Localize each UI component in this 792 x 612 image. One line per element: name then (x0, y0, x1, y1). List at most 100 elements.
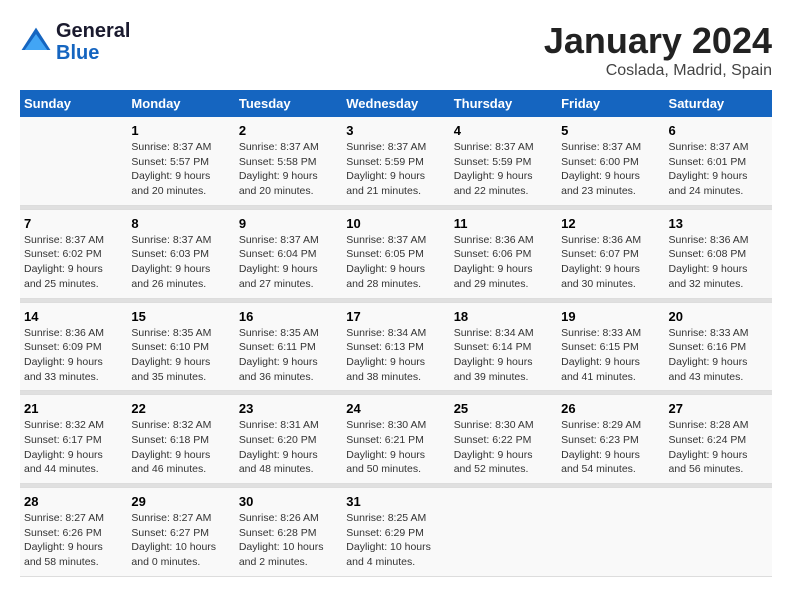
calendar-cell: 23 Sunrise: 8:31 AMSunset: 6:20 PMDayligh… (235, 395, 342, 484)
day-info: Sunrise: 8:34 AMSunset: 6:13 PMDaylight:… (346, 326, 445, 385)
calendar-cell: 30 Sunrise: 8:26 AMSunset: 6:28 PMDayligh… (235, 488, 342, 577)
logo-text-general: General (56, 20, 130, 42)
day-info: Sunrise: 8:35 AMSunset: 6:10 PMDaylight:… (131, 326, 230, 385)
day-number: 19 (561, 309, 660, 324)
calendar-cell: 7 Sunrise: 8:37 AMSunset: 6:02 PMDaylight… (20, 209, 127, 298)
calendar-cell: 14 Sunrise: 8:36 AMSunset: 6:09 PMDayligh… (20, 302, 127, 391)
day-number: 8 (131, 216, 230, 231)
calendar-cell: 8 Sunrise: 8:37 AMSunset: 6:03 PMDaylight… (127, 209, 234, 298)
day-number: 18 (454, 309, 553, 324)
calendar-cell: 25Sunrise: 8:30 AMSunset: 6:22 PMDayligh… (450, 395, 557, 484)
day-info: Sunrise: 8:36 AMSunset: 6:06 PMDaylight:… (454, 233, 553, 292)
weekday-header-sunday: Sunday (20, 90, 127, 117)
day-number: 22 (131, 401, 230, 416)
calendar-cell: 13 Sunrise: 8:36 AMSunset: 6:08 PMDayligh… (665, 209, 772, 298)
day-number: 13 (669, 216, 768, 231)
week-row-1: 1 Sunrise: 8:37 AMSunset: 5:57 PMDaylight… (20, 117, 772, 205)
day-number: 26 (561, 401, 660, 416)
day-number: 16 (239, 309, 338, 324)
day-info: Sunrise: 8:32 AMSunset: 6:17 PMDaylight:… (24, 418, 123, 477)
calendar-cell: 10 Sunrise: 8:37 AMSunset: 6:05 PMDayligh… (342, 209, 449, 298)
calendar-cell: 18Sunrise: 8:34 AMSunset: 6:14 PMDayligh… (450, 302, 557, 391)
logo: General Blue (20, 20, 130, 64)
day-info: Sunrise: 8:36 AMSunset: 6:08 PMDaylight:… (669, 233, 768, 292)
calendar-table: SundayMondayTuesdayWednesdayThursdayFrid… (20, 90, 772, 577)
day-number: 5 (561, 123, 660, 138)
day-info: Sunrise: 8:37 AMSunset: 6:05 PMDaylight:… (346, 233, 445, 292)
day-number: 15 (131, 309, 230, 324)
calendar-cell: 27 Sunrise: 8:28 AMSunset: 6:24 PMDayligh… (665, 395, 772, 484)
day-number: 1 (131, 123, 230, 138)
day-number: 27 (669, 401, 768, 416)
day-info: Sunrise: 8:37 AMSunset: 6:00 PMDaylight:… (561, 140, 660, 199)
weekday-header-tuesday: Tuesday (235, 90, 342, 117)
calendar-cell: 21 Sunrise: 8:32 AMSunset: 6:17 PMDayligh… (20, 395, 127, 484)
day-info: Sunrise: 8:26 AMSunset: 6:28 PMDaylight:… (239, 511, 338, 570)
day-number: 20 (669, 309, 768, 324)
day-number: 21 (24, 401, 123, 416)
day-info: Sunrise: 8:32 AMSunset: 6:18 PMDaylight:… (131, 418, 230, 477)
calendar-cell: 6Sunrise: 8:37 AMSunset: 6:01 PMDaylight… (665, 117, 772, 205)
day-number: 23 (239, 401, 338, 416)
day-number: 28 (24, 494, 123, 509)
logo-icon (20, 26, 52, 58)
day-info: Sunrise: 8:37 AMSunset: 5:58 PMDaylight:… (239, 140, 338, 199)
location-title: Coslada, Madrid, Spain (544, 62, 772, 80)
logo-text-blue: Blue (56, 42, 130, 64)
day-number: 11 (454, 216, 553, 231)
day-info: Sunrise: 8:30 AMSunset: 6:21 PMDaylight:… (346, 418, 445, 477)
day-number: 25 (454, 401, 553, 416)
page-header: General Blue January 2024 Coslada, Madri… (20, 20, 772, 80)
calendar-cell: 5 Sunrise: 8:37 AMSunset: 6:00 PMDaylight… (557, 117, 664, 205)
calendar-cell: 11 Sunrise: 8:36 AMSunset: 6:06 PMDayligh… (450, 209, 557, 298)
weekday-header-friday: Friday (557, 90, 664, 117)
day-info: Sunrise: 8:37 AMSunset: 6:04 PMDaylight:… (239, 233, 338, 292)
day-info: Sunrise: 8:37 AMSunset: 5:57 PMDaylight:… (131, 140, 230, 199)
calendar-cell: 9 Sunrise: 8:37 AMSunset: 6:04 PMDaylight… (235, 209, 342, 298)
week-row-5: 28 Sunrise: 8:27 AMSunset: 6:26 PMDayligh… (20, 488, 772, 577)
day-info: Sunrise: 8:27 AMSunset: 6:26 PMDaylight:… (24, 511, 123, 570)
calendar-cell (450, 488, 557, 577)
day-info: Sunrise: 8:37 AMSunset: 6:01 PMDaylight:… (669, 140, 768, 199)
calendar-cell: 3Sunrise: 8:37 AMSunset: 5:59 PMDaylight… (342, 117, 449, 205)
day-info: Sunrise: 8:37 AMSunset: 6:03 PMDaylight:… (131, 233, 230, 292)
calendar-cell: 16 Sunrise: 8:35 AMSunset: 6:11 PMDayligh… (235, 302, 342, 391)
day-number: 14 (24, 309, 123, 324)
day-info: Sunrise: 8:36 AMSunset: 6:07 PMDaylight:… (561, 233, 660, 292)
day-info: Sunrise: 8:31 AMSunset: 6:20 PMDaylight:… (239, 418, 338, 477)
calendar-cell: 4 Sunrise: 8:37 AMSunset: 5:59 PMDaylight… (450, 117, 557, 205)
title-block: January 2024 Coslada, Madrid, Spain (544, 20, 772, 80)
day-number: 29 (131, 494, 230, 509)
calendar-cell: 31 Sunrise: 8:25 AMSunset: 6:29 PMDayligh… (342, 488, 449, 577)
calendar-cell (20, 117, 127, 205)
day-number: 10 (346, 216, 445, 231)
day-info: Sunrise: 8:37 AMSunset: 5:59 PMDaylight:… (454, 140, 553, 199)
day-info: Sunrise: 8:33 AMSunset: 6:16 PMDaylight:… (669, 326, 768, 385)
weekday-header-saturday: Saturday (665, 90, 772, 117)
calendar-cell: 26 Sunrise: 8:29 AMSunset: 6:23 PMDayligh… (557, 395, 664, 484)
calendar-cell (665, 488, 772, 577)
day-info: Sunrise: 8:29 AMSunset: 6:23 PMDaylight:… (561, 418, 660, 477)
day-number: 17 (346, 309, 445, 324)
week-row-3: 14 Sunrise: 8:36 AMSunset: 6:09 PMDayligh… (20, 302, 772, 391)
calendar-cell: 1 Sunrise: 8:37 AMSunset: 5:57 PMDaylight… (127, 117, 234, 205)
day-number: 4 (454, 123, 553, 138)
weekday-header-wednesday: Wednesday (342, 90, 449, 117)
weekday-header-row: SundayMondayTuesdayWednesdayThursdayFrid… (20, 90, 772, 117)
calendar-cell: 15 Sunrise: 8:35 AMSunset: 6:10 PMDayligh… (127, 302, 234, 391)
day-info: Sunrise: 8:25 AMSunset: 6:29 PMDaylight:… (346, 511, 445, 570)
day-number: 9 (239, 216, 338, 231)
day-number: 7 (24, 216, 123, 231)
day-number: 31 (346, 494, 445, 509)
calendar-cell (557, 488, 664, 577)
day-info: Sunrise: 8:37 AMSunset: 6:02 PMDaylight:… (24, 233, 123, 292)
day-number: 30 (239, 494, 338, 509)
calendar-cell: 2Sunrise: 8:37 AMSunset: 5:58 PMDaylight… (235, 117, 342, 205)
calendar-cell: 29Sunrise: 8:27 AMSunset: 6:27 PMDayligh… (127, 488, 234, 577)
calendar-cell: 12Sunrise: 8:36 AMSunset: 6:07 PMDayligh… (557, 209, 664, 298)
day-info: Sunrise: 8:35 AMSunset: 6:11 PMDaylight:… (239, 326, 338, 385)
day-info: Sunrise: 8:28 AMSunset: 6:24 PMDaylight:… (669, 418, 768, 477)
day-info: Sunrise: 8:36 AMSunset: 6:09 PMDaylight:… (24, 326, 123, 385)
calendar-cell: 19 Sunrise: 8:33 AMSunset: 6:15 PMDayligh… (557, 302, 664, 391)
day-info: Sunrise: 8:33 AMSunset: 6:15 PMDaylight:… (561, 326, 660, 385)
